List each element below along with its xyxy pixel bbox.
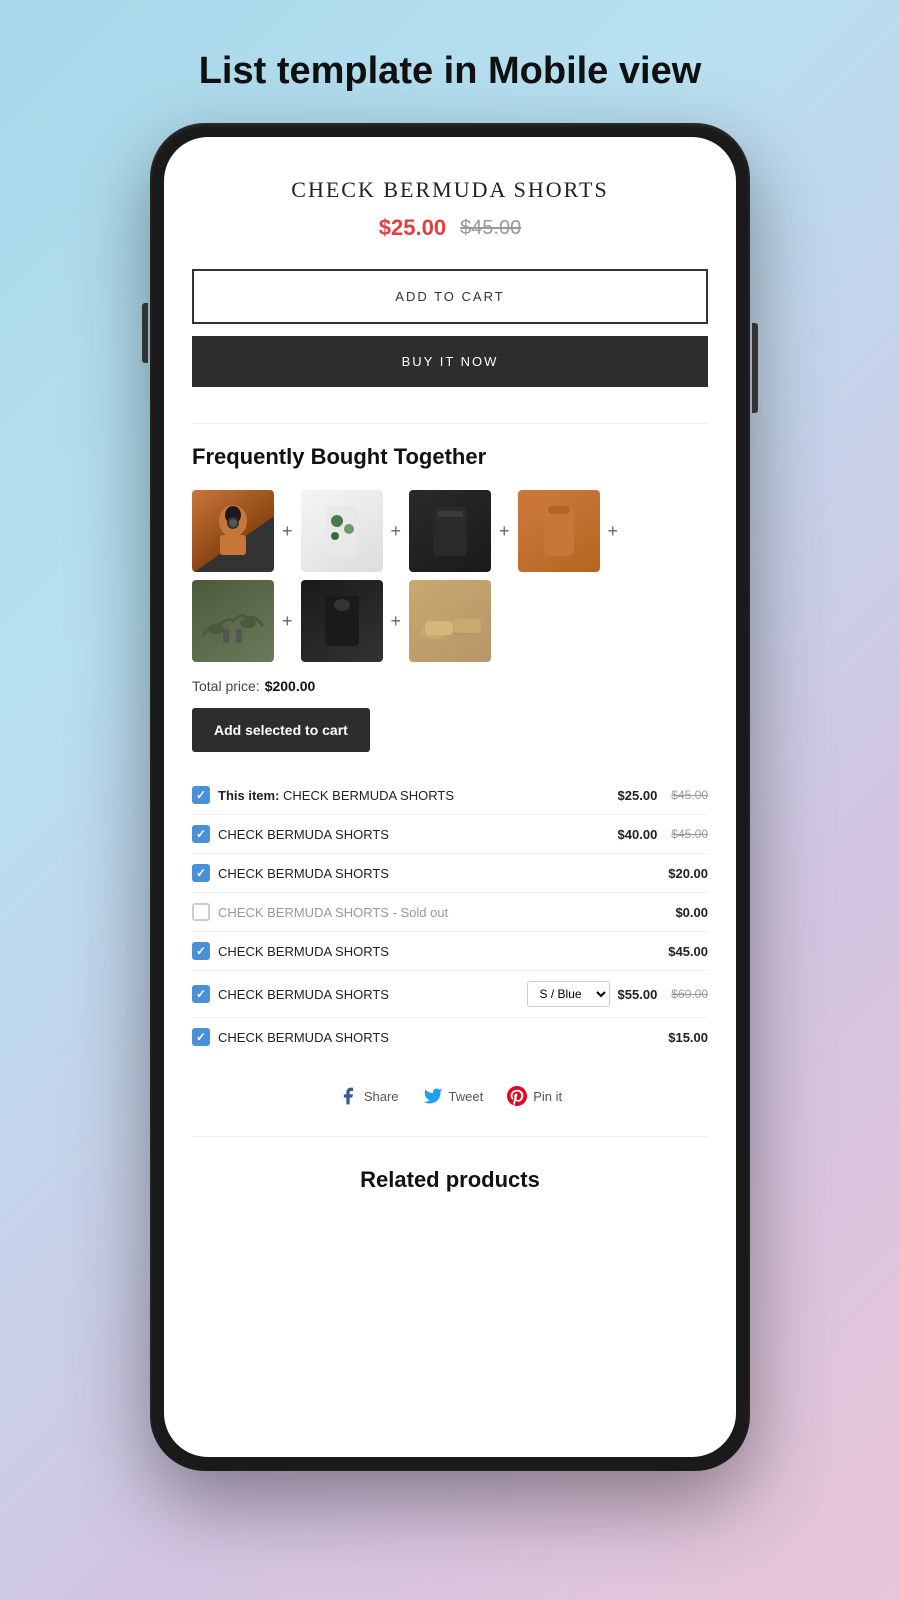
pin-label: Pin it [533,1089,562,1104]
share-pinterest-button[interactable]: Pin it [507,1086,562,1106]
table-row: CHECK BERMUDA SHORTS $40.00 $45.00 [192,815,708,854]
item-name-1: This item: CHECK BERMUDA SHORTS [218,788,610,803]
item-list: This item: CHECK BERMUDA SHORTS $25.00 $… [192,776,708,1056]
facebook-icon [338,1086,358,1106]
fbt-product-2[interactable] [301,490,383,572]
item-price-4: $0.00 [675,905,708,920]
item-price-2: $40.00 [618,827,658,842]
fbt-images-row-1: + + [192,490,708,572]
fbt-product-6[interactable] [301,580,383,662]
table-row: CHECK BERMUDA SHORTS $15.00 [192,1018,708,1056]
add-selected-to-cart-button[interactable]: Add selected to cart [192,708,370,752]
fbt-total-row: Total price: $200.00 [192,678,708,694]
item-original-price-6: $60.00 [671,987,708,1001]
item-prefix-1: This item: [218,788,279,803]
page-title: List template in Mobile view [199,50,702,93]
table-row: This item: CHECK BERMUDA SHORTS $25.00 $… [192,776,708,815]
item-name-7: CHECK BERMUDA SHORTS [218,1030,660,1045]
fbt-section: Frequently Bought Together + [192,444,708,1056]
phone-frame: CHECK BERMUDA SHORTS $25.00 $45.00 ADD T… [150,123,750,1471]
table-row: CHECK BERMUDA SHORTS $20.00 [192,854,708,893]
fbt-images-row-2: + + [192,580,708,662]
fbt-product-4[interactable] [518,490,600,572]
table-row: CHECK BERMUDA SHORTS $45.00 [192,932,708,971]
fbt-plus-2: + [389,521,404,542]
variant-select-6[interactable]: S / Blue M / Blue L / Blue [527,981,610,1007]
table-row: CHECK BERMUDA SHORTS S / Blue M / Blue L… [192,971,708,1018]
pinterest-icon [507,1086,527,1106]
tweet-label: Tweet [449,1089,484,1104]
item-price-6: $55.00 [618,987,658,1002]
item-name-3: CHECK BERMUDA SHORTS [218,866,660,881]
share-twitter-button[interactable]: Tweet [423,1086,484,1106]
related-divider [192,1136,708,1137]
phone-screen: CHECK BERMUDA SHORTS $25.00 $45.00 ADD T… [164,137,736,1457]
item-original-price-2: $45.00 [671,827,708,841]
fbt-product-7[interactable] [409,580,491,662]
sale-price: $25.00 [379,215,446,241]
fbt-plus-4: + [606,521,621,542]
item-checkbox-4[interactable] [192,903,210,921]
item-name-4: CHECK BERMUDA SHORTS - Sold out [218,905,667,920]
item-original-price-1: $45.00 [671,788,708,802]
fbt-plus-3: + [497,521,512,542]
product-name: CHECK BERMUDA SHORTS [192,177,708,203]
social-share-row: Share Tweet Pin it [192,1086,708,1106]
item-name-2: CHECK BERMUDA SHORTS [218,827,610,842]
price-row: $25.00 $45.00 [192,215,708,241]
item-checkbox-3[interactable] [192,864,210,882]
item-checkbox-1[interactable] [192,786,210,804]
divider [192,423,708,424]
item-price-7: $15.00 [668,1030,708,1045]
item-price-3: $20.00 [668,866,708,881]
item-name-5: CHECK BERMUDA SHORTS [218,944,660,959]
item-checkbox-2[interactable] [192,825,210,843]
fbt-product-1[interactable] [192,490,274,572]
item-checkbox-7[interactable] [192,1028,210,1046]
item-label-1: CHECK BERMUDA SHORTS [283,788,454,803]
buy-it-now-button[interactable]: BUY IT NOW [192,336,708,387]
original-price: $45.00 [460,217,521,240]
twitter-icon [423,1086,443,1106]
related-products-title: Related products [192,1157,708,1213]
fbt-plus-6: + [389,611,404,632]
fbt-title: Frequently Bought Together [192,444,708,470]
fbt-product-3[interactable] [409,490,491,572]
item-price-5: $45.00 [668,944,708,959]
item-checkbox-6[interactable] [192,985,210,1003]
fbt-product-5[interactable] [192,580,274,662]
share-label: Share [364,1089,399,1104]
item-checkbox-5[interactable] [192,942,210,960]
fbt-plus-5: + [280,611,295,632]
share-facebook-button[interactable]: Share [338,1086,399,1106]
fbt-total-label: Total price: [192,678,260,694]
item-price-1: $25.00 [618,788,658,803]
item-name-6: CHECK BERMUDA SHORTS [218,987,519,1002]
table-row: CHECK BERMUDA SHORTS - Sold out $0.00 [192,893,708,932]
fbt-total-price: $200.00 [265,678,316,694]
add-to-cart-button[interactable]: ADD TO CART [192,269,708,324]
fbt-plus-1: + [280,521,295,542]
